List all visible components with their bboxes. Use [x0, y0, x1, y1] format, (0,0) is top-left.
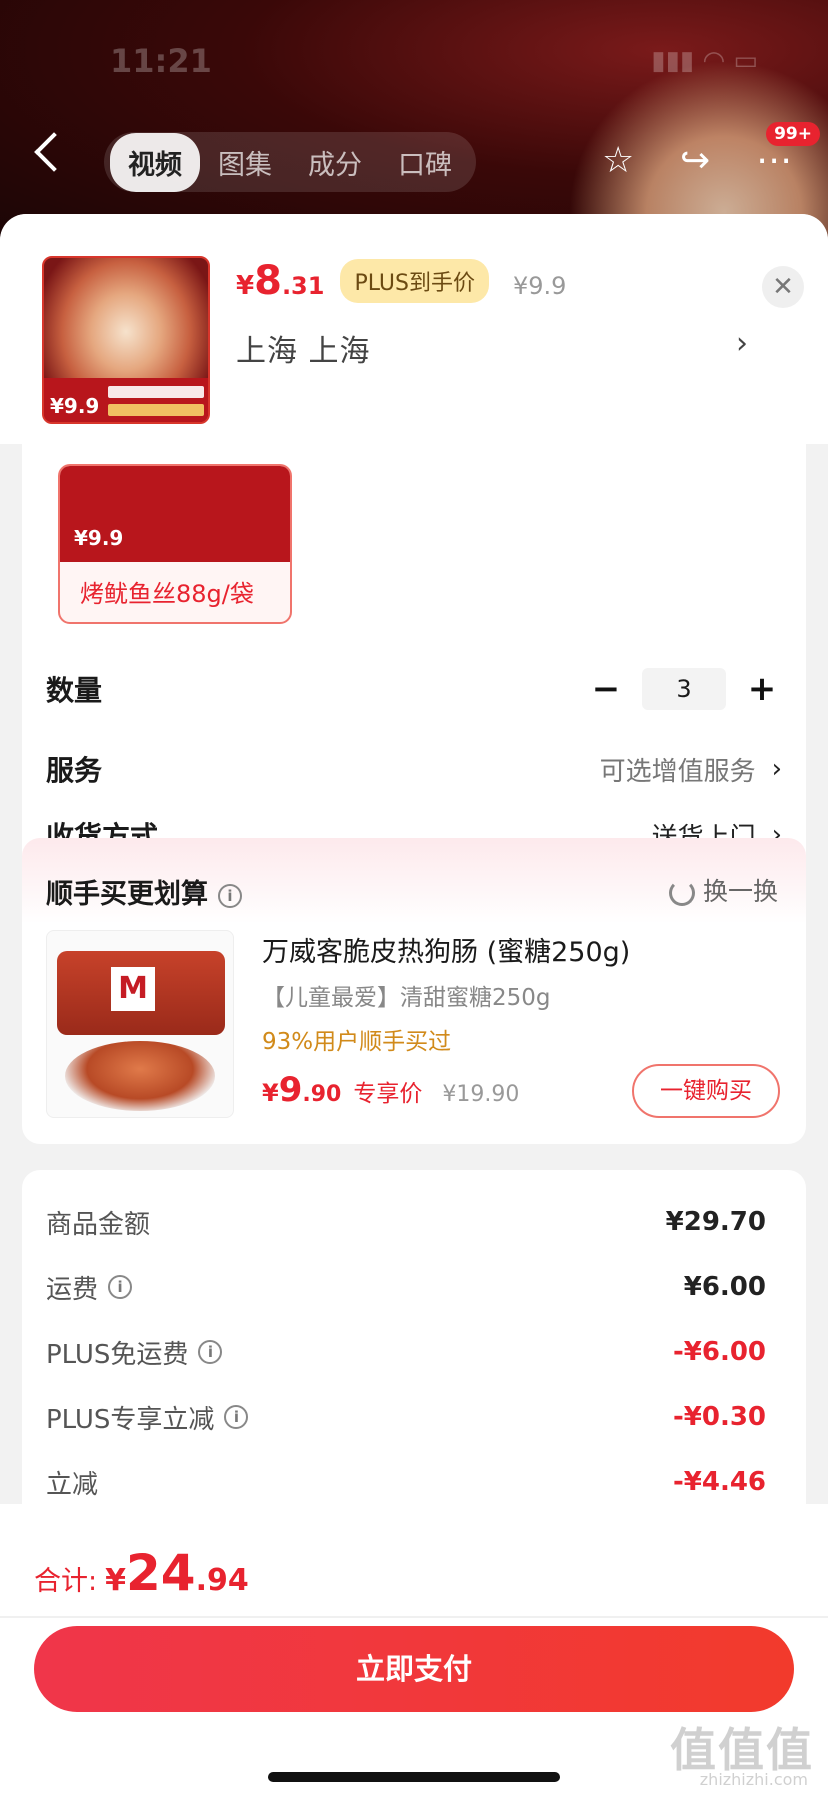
share-icon[interactable]: ↪ [680, 140, 710, 181]
star-icon[interactable]: ☆ [602, 140, 634, 181]
fee-amount: -¥0.30 [672, 1402, 766, 1432]
one-click-buy-button[interactable]: 一键购买 [632, 1064, 780, 1118]
recommend-title-text: 顺手买更划算 [46, 879, 208, 910]
recommend-title: 顺手买更划算 i [46, 872, 242, 911]
quantity-input[interactable]: 3 [642, 668, 726, 710]
pay-now-button[interactable]: 立即支付 [34, 1626, 794, 1712]
price-decimal: .31 [281, 272, 325, 300]
fee-label: 运费 [46, 1274, 99, 1305]
info-icon[interactable]: i [108, 1275, 133, 1299]
currency-symbol: ¥ [105, 1563, 126, 1598]
media-tabs: 视频 图集 成分 口碑 [104, 132, 476, 192]
original-price: ¥19.90 [442, 1082, 520, 1107]
quantity-label: 数量 [46, 674, 103, 707]
fee-row: PLUS免运费 i -¥6.00 [46, 1332, 766, 1372]
product-page-background [0, 0, 828, 250]
variant-thumb-price: ¥9.9 [74, 526, 124, 550]
recommend-hint: 93%用户顺手买过 [262, 1029, 452, 1055]
price-row: ¥ 8 .31 PLUS到手价 ¥9.9 [236, 258, 566, 304]
thumb-price: ¥9.9 [50, 394, 100, 418]
status-icons: ▮▮▮ ◠ ▭ [651, 46, 758, 76]
tab-reviews[interactable]: 口碑 [380, 133, 470, 192]
total-integer: 24 [125, 1544, 196, 1602]
minus-button[interactable]: − [586, 669, 626, 709]
more-icon[interactable]: ⋯ [756, 140, 792, 181]
top-nav: 视频 图集 成分 口碑 ☆ ↪ ⋯ 99+ [0, 122, 828, 196]
quantity-stepper: − 3 + [586, 668, 782, 710]
back-icon[interactable] [34, 132, 74, 172]
fee-row: 商品金额 ¥29.70 [46, 1202, 766, 1242]
tab-gallery[interactable]: 图集 [200, 133, 290, 192]
tab-video[interactable]: 视频 [110, 132, 200, 192]
total-decimal: .94 [195, 1563, 249, 1598]
brand-logo: M [111, 967, 155, 1011]
refresh-icon [668, 880, 695, 906]
recommend-price: ¥ 9 .90 专享价 ¥19.90 [262, 1070, 519, 1110]
swap-label: 换一换 [702, 877, 778, 906]
checkout-footer: 合计: ¥ 24 .94 立即支付 值值值 zhizhizhi.com [0, 1504, 828, 1796]
service-value: 可选增值服务 [599, 756, 756, 787]
exclusive-price-label: 专享价 [353, 1081, 423, 1107]
message-badge: 99+ [766, 122, 820, 146]
plus-price-tag: PLUS到手价 [340, 259, 489, 303]
fee-label: PLUS专享立减 [46, 1404, 215, 1435]
tab-ingredients[interactable]: 成分 [290, 133, 380, 192]
fee-amount: ¥6.00 [683, 1272, 766, 1302]
price-integer: 9 [278, 1070, 303, 1110]
variant-image: ¥9.9 [60, 466, 290, 562]
total-price: 合计: ¥ 24 .94 [34, 1544, 249, 1602]
total-label: 合计: [34, 1566, 98, 1597]
divider [0, 1616, 828, 1618]
fee-amount: -¥4.46 [672, 1467, 766, 1497]
status-time: 11:21 [110, 42, 212, 80]
fee-amount: -¥6.00 [672, 1337, 766, 1367]
info-icon[interactable]: i [224, 1405, 249, 1429]
home-indicator[interactable] [268, 1772, 560, 1782]
variant-label: 烤鱿鱼丝88g/袋 [80, 580, 254, 608]
price-decimal: .90 [302, 1082, 342, 1107]
service-row[interactable]: 服务 可选增值服务 › [46, 744, 782, 794]
recommend-product-subtitle: 【儿童最爱】清甜蜜糖250g [262, 985, 551, 1011]
original-price: ¥9.9 [512, 272, 567, 300]
fee-label: PLUS免运费 [46, 1339, 189, 1370]
sheet-header: ¥9.9 ¥ 8 .31 PLUS到手价 ¥9.9 ✕ 上海 上海 › [0, 214, 828, 444]
fee-label: 立减 [46, 1469, 99, 1500]
delivery-address[interactable]: 上海 上海 [236, 326, 371, 370]
variant-option-selected[interactable]: ¥9.9 烤鱿鱼丝88g/袋 [58, 464, 292, 624]
fee-row: 运费 i ¥6.00 [46, 1267, 766, 1307]
fee-row: 立减 -¥4.46 [46, 1462, 766, 1502]
quantity-row: 数量 − 3 + [46, 664, 782, 714]
fee-amount: ¥29.70 [665, 1207, 766, 1237]
close-icon[interactable]: ✕ [762, 266, 804, 308]
swap-button[interactable]: 换一换 [668, 872, 778, 908]
chevron-right-icon: › [771, 754, 782, 784]
plus-button[interactable]: + [742, 669, 782, 709]
price-integer: 8 [254, 258, 282, 304]
currency-symbol: ¥ [262, 1079, 279, 1107]
info-icon[interactable]: i [198, 1340, 223, 1364]
currency-symbol: ¥ [236, 271, 255, 301]
service-label: 服务 [46, 754, 103, 787]
chevron-right-icon[interactable]: › [736, 326, 748, 361]
watermark-url: zhizhizhi.com [699, 1770, 808, 1789]
recommend-card: 顺手买更划算 i 换一换 M 万威客脆皮热狗肠 (蜜糖250g) 【儿童最爱】清甜… [22, 838, 806, 1144]
fee-row: PLUS专享立减 i -¥0.30 [46, 1397, 766, 1437]
fee-label: 商品金额 [46, 1209, 151, 1240]
recommend-product-title[interactable]: 万威客脆皮热狗肠 (蜜糖250g) [262, 930, 630, 969]
product-thumbnail: ¥9.9 [42, 256, 210, 424]
recommend-product-image[interactable]: M [46, 930, 234, 1118]
info-icon[interactable]: i [218, 883, 242, 908]
